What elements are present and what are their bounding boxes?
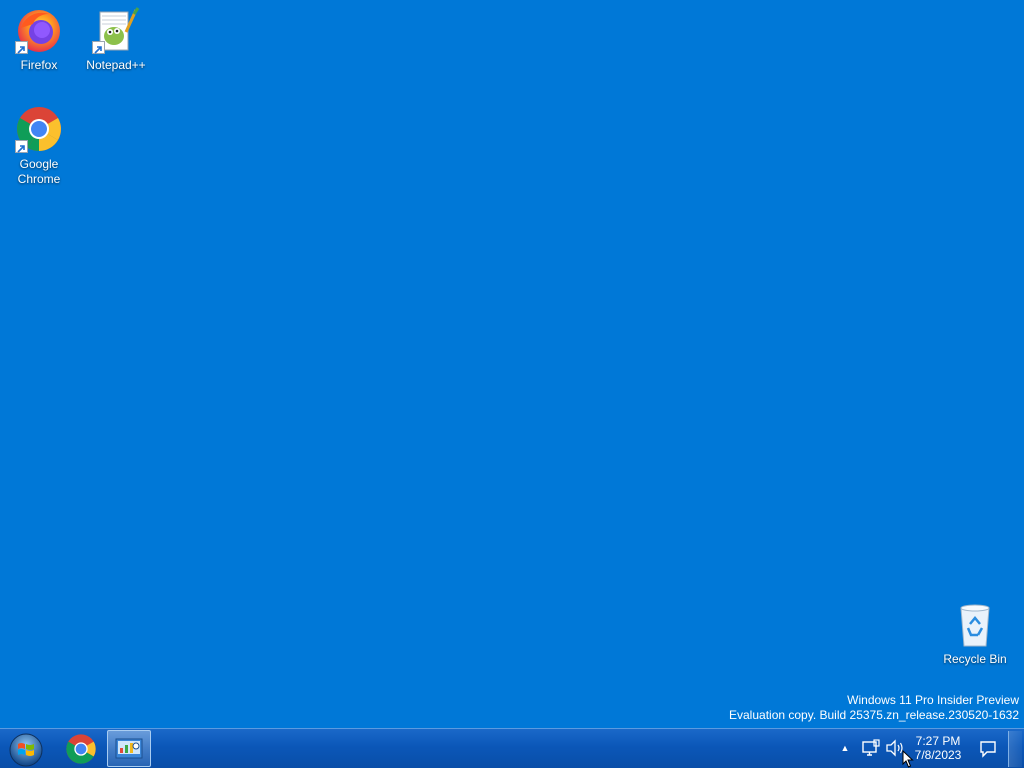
desktop-icon-label: Recycle Bin [943, 652, 1007, 666]
firefox-icon [15, 6, 63, 54]
windows-orb-icon [9, 733, 43, 767]
clock-time: 7:27 PM [915, 734, 961, 748]
desktop-icon-label: Notepad++ [86, 58, 146, 72]
shortcut-arrow-icon [92, 41, 105, 54]
chrome-icon [15, 105, 63, 153]
desktop[interactable]: Firefox Notepad++ Google Chrome Recycle … [0, 0, 1024, 728]
desktop-icon-label: Google Chrome [17, 157, 61, 186]
chevron-up-icon[interactable]: ▲ [838, 741, 852, 755]
control-panel-icon [115, 738, 143, 758]
mouse-cursor-icon [902, 749, 914, 768]
desktop-icon-recycle-bin[interactable]: Recycle Bin [939, 600, 1011, 667]
start-button[interactable] [5, 731, 47, 767]
recycle-bin-icon [951, 600, 999, 648]
desktop-icon-firefox[interactable]: Firefox [3, 6, 75, 73]
watermark-line-edition: Windows 11 Pro Insider Preview [847, 693, 1019, 707]
chrome-icon [66, 733, 96, 764]
desktop-icon-notepadpp[interactable]: Notepad++ [80, 6, 152, 73]
taskbar-button-control-panel[interactable] [107, 730, 151, 767]
network-icon[interactable] [860, 738, 882, 758]
shortcut-arrow-icon [15, 140, 28, 153]
shortcut-arrow-icon [15, 41, 28, 54]
clock[interactable]: 7:27 PM 7/8/2023 [910, 734, 966, 762]
show-desktop-button[interactable] [1008, 731, 1022, 767]
desktop-icon-chrome[interactable]: Google Chrome [3, 105, 75, 187]
taskbar-button-chrome[interactable] [59, 730, 103, 767]
watermark-line-build: Evaluation copy. Build 25375.zn_release.… [729, 708, 1019, 722]
action-center-icon[interactable] [978, 739, 998, 759]
taskbar: ▲ 7:27 PM 7/8/2023 [0, 728, 1024, 768]
desktop-icon-label: Firefox [20, 58, 58, 72]
edition-watermark: Windows 11 Pro Insider Preview Evaluatio… [729, 693, 1019, 723]
clock-date: 7/8/2023 [914, 748, 962, 762]
notepadpp-icon [92, 6, 140, 54]
